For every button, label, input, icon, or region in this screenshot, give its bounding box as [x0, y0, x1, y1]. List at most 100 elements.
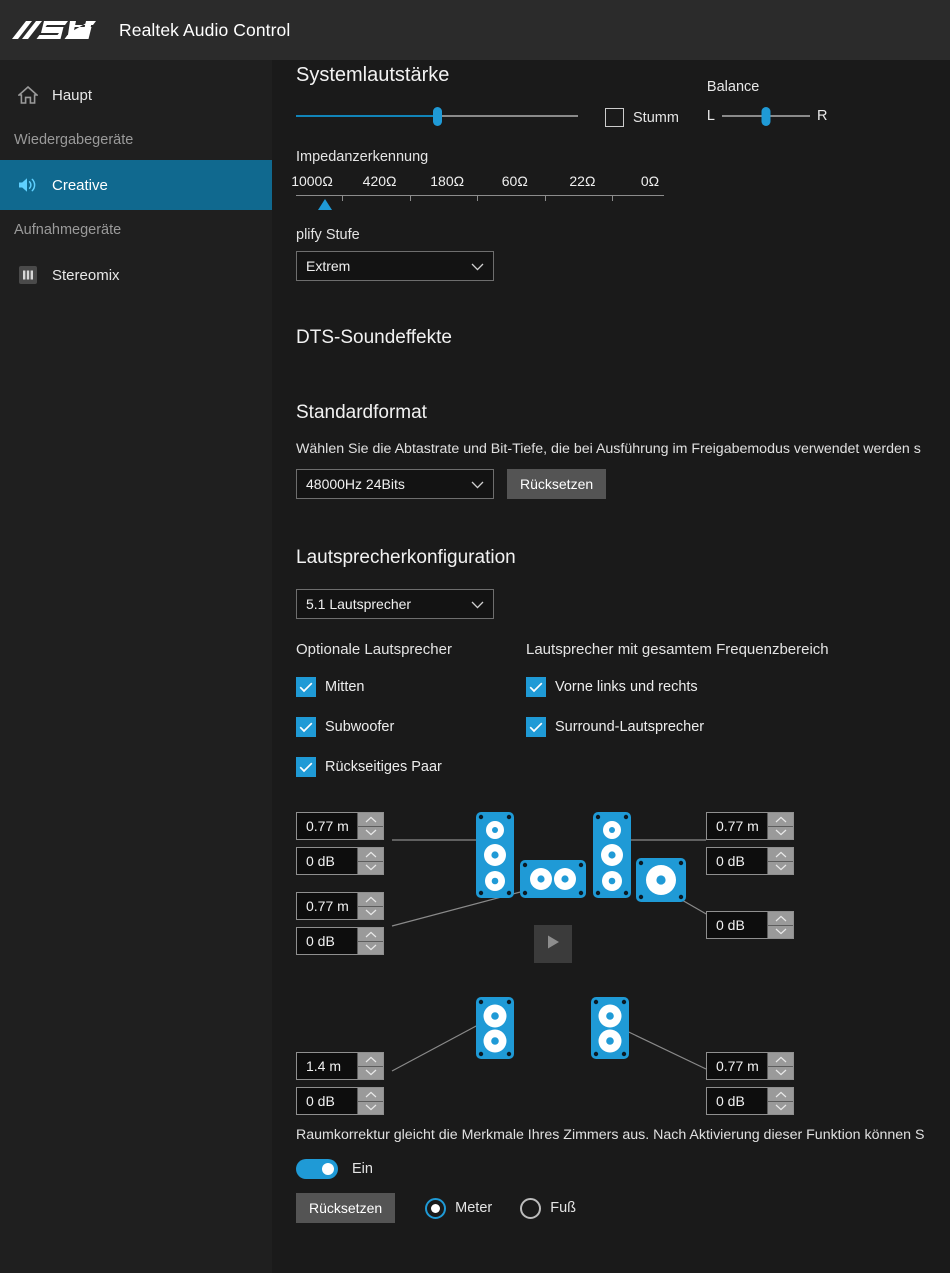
slider-thumb[interactable] [433, 107, 442, 126]
balance-slider[interactable] [722, 105, 810, 127]
checkbox-checked-icon[interactable] [526, 677, 546, 697]
mute-checkbox[interactable] [605, 108, 624, 127]
stepper-down-icon[interactable] [767, 1101, 793, 1115]
checkbox-checked-icon[interactable] [296, 677, 316, 697]
default-format-row: 48000Hz 24Bits Rücksetzen [296, 469, 950, 499]
sidebar: Haupt Wiedergabegeräte Creative Aufnahme… [0, 60, 272, 1273]
stepper-up-icon[interactable] [357, 1088, 383, 1101]
play-test-button[interactable] [534, 925, 572, 963]
stepper-down-icon[interactable] [357, 861, 383, 875]
impedance-label: Impedanzerkennung [296, 149, 950, 165]
stepper-down-icon[interactable] [767, 1066, 793, 1080]
rear-left-gain-stepper[interactable]: 0 dB [296, 1087, 384, 1115]
rear-right-distance-stepper[interactable]: 0.77 m [706, 1052, 794, 1080]
stepper-buttons[interactable] [767, 1053, 793, 1079]
center-speaker-icon[interactable] [520, 860, 586, 903]
radio-icon-unselected[interactable] [520, 1198, 541, 1219]
unit-radio-feet[interactable]: Fuß [520, 1198, 576, 1219]
subwoofer-gain-stepper[interactable]: 0 dB [706, 911, 794, 939]
default-format-heading: Standardformat [296, 402, 950, 424]
fullrange-speakers-list: Vorne links und rechts Surround-Lautsprec… [526, 675, 829, 739]
checkbox-checked-icon[interactable] [296, 717, 316, 737]
mute-control[interactable]: Stumm [605, 108, 679, 127]
stepper-down-icon[interactable] [357, 1066, 383, 1080]
impedance-tick [410, 195, 411, 201]
stepper-buttons[interactable] [767, 848, 793, 874]
optional-speakers-column: Optionale Lautsprecher MittenSubwooferRü… [296, 641, 526, 779]
impedance-scale[interactable]: 1000Ω420Ω180Ω60Ω22Ω0Ω [296, 169, 664, 221]
dts-heading: DTS-Soundeffekte [296, 327, 950, 349]
room-correction-toggle[interactable] [296, 1159, 338, 1179]
stepper-down-icon[interactable] [357, 826, 383, 840]
front-right-speaker-icon[interactable] [593, 812, 631, 903]
default-format-dropdown[interactable]: 48000Hz 24Bits [296, 469, 494, 499]
stepper-value: 0 dB [707, 1088, 767, 1114]
center-gain-stepper[interactable]: 0 dB [296, 927, 384, 955]
stepper-buttons[interactable] [357, 1053, 383, 1079]
stepper-buttons[interactable] [357, 928, 383, 954]
stepper-up-icon[interactable] [357, 848, 383, 861]
center-distance-stepper[interactable]: 0.77 m [296, 892, 384, 920]
stepper-buttons[interactable] [357, 813, 383, 839]
front-left-speaker-icon[interactable] [476, 812, 514, 903]
checkbox-checked-icon[interactable] [296, 757, 316, 777]
optional-speaker-item[interactable]: Rückseitiges Paar [296, 755, 526, 779]
default-format-reset-button[interactable]: Rücksetzen [507, 469, 606, 499]
stepper-down-icon[interactable] [767, 925, 793, 939]
slider-thumb[interactable] [762, 107, 771, 126]
stepper-up-icon[interactable] [767, 1088, 793, 1101]
sidebar-item-haupt[interactable]: Haupt [0, 70, 272, 120]
chevron-down-icon [471, 596, 484, 612]
front-left-distance-stepper[interactable]: 0.77 m [296, 812, 384, 840]
rear-right-speaker-icon[interactable] [591, 997, 629, 1064]
optional-speaker-item[interactable]: Mitten [296, 675, 526, 699]
stepper-down-icon[interactable] [357, 906, 383, 920]
stepper-buttons[interactable] [767, 1088, 793, 1114]
sidebar-item-creative[interactable]: Creative [0, 160, 272, 210]
checkbox-checked-icon[interactable] [526, 717, 546, 737]
stepper-buttons[interactable] [767, 912, 793, 938]
balance-label: Balance [707, 79, 759, 95]
stepper-up-icon[interactable] [767, 912, 793, 925]
room-correction-reset-button[interactable]: Rücksetzen [296, 1193, 395, 1223]
stepper-up-icon[interactable] [357, 893, 383, 906]
optional-speaker-item[interactable]: Subwoofer [296, 715, 526, 739]
fullrange-speaker-item[interactable]: Surround-Lautsprecher [526, 715, 829, 739]
stepper-up-icon[interactable] [357, 813, 383, 826]
unit-label: Meter [455, 1200, 492, 1216]
front-right-gain-stepper[interactable]: 0 dB [706, 847, 794, 875]
sidebar-item-stereomix[interactable]: Stereomix [0, 250, 272, 300]
fullrange-speaker-item[interactable]: Vorne links und rechts [526, 675, 829, 699]
rear-left-distance-stepper[interactable]: 1.4 m [296, 1052, 384, 1080]
chevron-down-icon [471, 258, 484, 274]
impedance-tick [545, 195, 546, 201]
system-volume-slider[interactable] [296, 105, 578, 127]
fullrange-speakers-heading: Lautsprecher mit gesamtem Frequenzbereic… [526, 641, 829, 658]
unit-radio-meter[interactable]: Meter [425, 1198, 492, 1219]
radio-icon-selected[interactable] [425, 1198, 446, 1219]
fullrange-speakers-column: Lautsprecher mit gesamtem Frequenzbereic… [526, 641, 829, 779]
rear-left-speaker-icon[interactable] [476, 997, 514, 1064]
stepper-up-icon[interactable] [767, 848, 793, 861]
stepper-down-icon[interactable] [767, 861, 793, 875]
amplify-dropdown[interactable]: Extrem [296, 251, 494, 281]
subwoofer-speaker-icon[interactable] [636, 858, 686, 907]
stepper-up-icon[interactable] [357, 1053, 383, 1066]
stepper-up-icon[interactable] [767, 1053, 793, 1066]
stepper-up-icon[interactable] [357, 928, 383, 941]
stepper-down-icon[interactable] [767, 826, 793, 840]
front-right-distance-stepper[interactable]: 0.77 m [706, 812, 794, 840]
room-correction-toggle-row[interactable]: Ein [296, 1159, 950, 1179]
stepper-up-icon[interactable] [767, 813, 793, 826]
stepper-buttons[interactable] [357, 1088, 383, 1114]
stepper-buttons[interactable] [357, 893, 383, 919]
stepper-buttons[interactable] [357, 848, 383, 874]
speaker-config-dropdown[interactable]: 5.1 Lautsprecher [296, 589, 494, 619]
stepper-down-icon[interactable] [357, 1101, 383, 1115]
front-left-gain-stepper[interactable]: 0 dB [296, 847, 384, 875]
rear-right-gain-stepper[interactable]: 0 dB [706, 1087, 794, 1115]
stepper-down-icon[interactable] [357, 941, 383, 955]
realtek-audio-control-window: Realtek Audio Control Haupt Wiedergabege… [0, 0, 950, 1273]
stepper-buttons[interactable] [767, 813, 793, 839]
room-correction-toggle-label: Ein [352, 1161, 373, 1177]
